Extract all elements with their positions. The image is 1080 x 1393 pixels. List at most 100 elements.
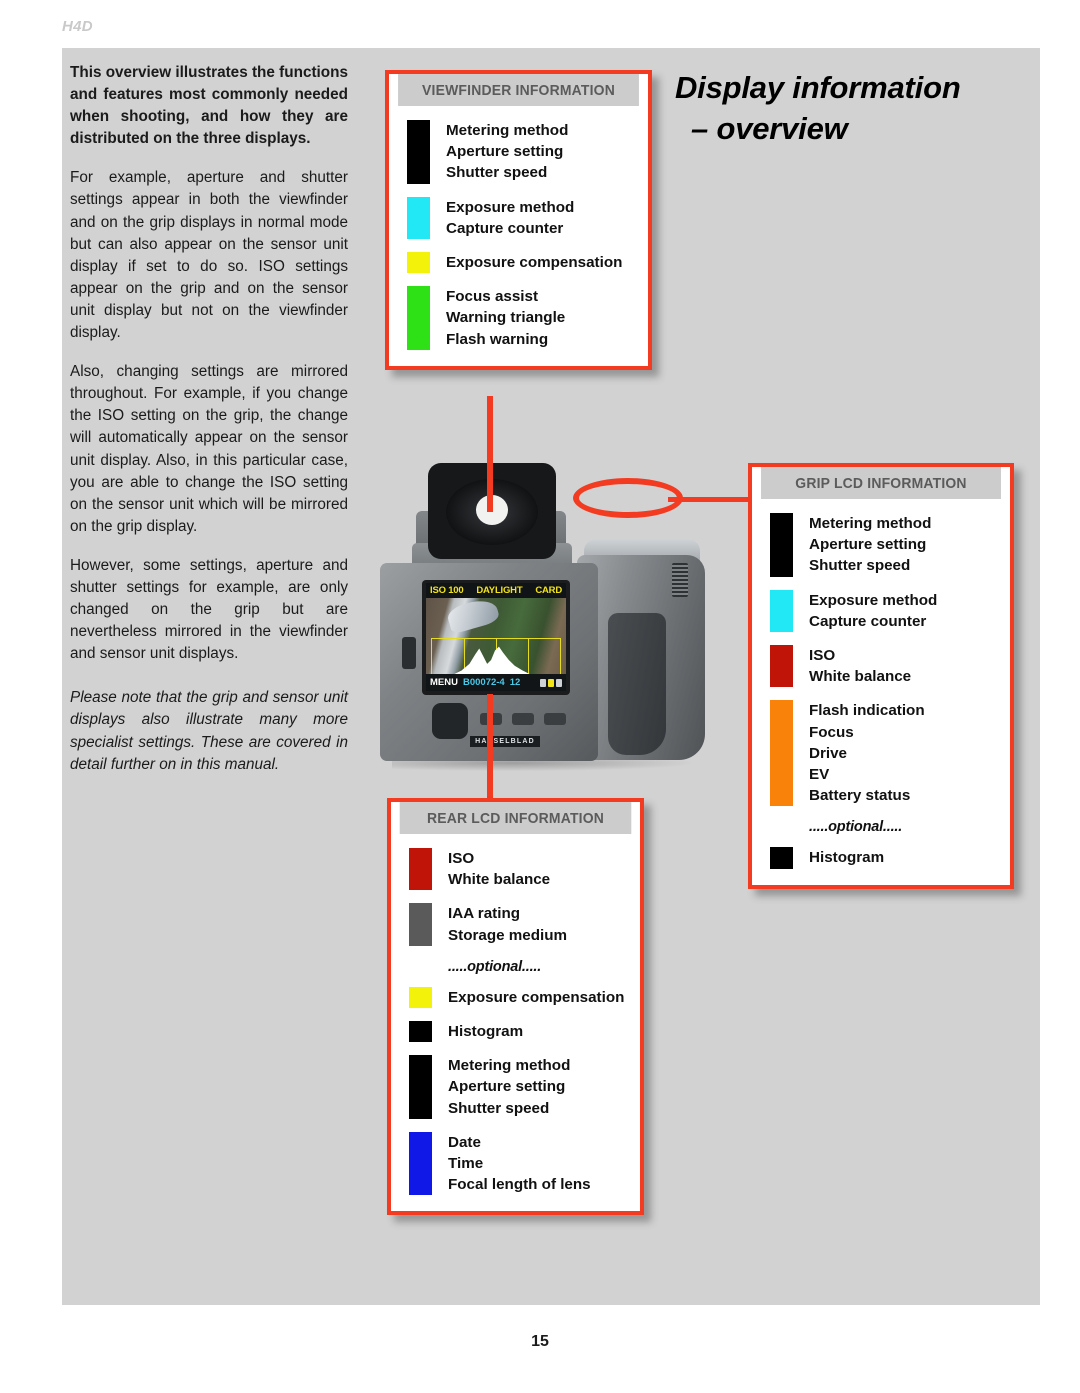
legend-row: Metering method Aperture setting Shutter… <box>409 1055 630 1119</box>
color-swatch <box>770 589 793 633</box>
legend-row: ISO White balance <box>409 848 630 891</box>
legend-label: Flash indication <box>809 702 925 720</box>
legend-label: Metering method <box>448 1057 571 1075</box>
color-swatch <box>407 120 430 184</box>
grip-box-body: Metering method Aperture setting Shutter… <box>752 499 1010 885</box>
callout-ellipse-grip-lcd <box>573 478 683 518</box>
legend-labels: Exposure compensation <box>448 987 624 1008</box>
viewfinder-box-body: Metering method Aperture setting Shutter… <box>389 106 648 366</box>
legend-label: ISO <box>809 647 836 665</box>
camera-brand-label: HASSELBLAD <box>470 736 540 747</box>
legend-row: IAA rating Storage medium <box>409 903 630 946</box>
lcd-indicator-dots <box>540 678 562 687</box>
page-title: Display information – overview <box>675 68 1015 150</box>
color-swatch <box>407 286 430 350</box>
legend-label: Exposure compensation <box>446 254 623 272</box>
legend-label: EV <box>809 766 830 784</box>
legend-label: Focus <box>809 723 854 741</box>
legend-label: Capture counter <box>446 219 564 237</box>
camera-grip-ribs <box>672 563 688 597</box>
legend-labels: Metering method Aperture setting Shutter… <box>446 120 568 184</box>
lcd-preview-boat <box>445 595 502 635</box>
page-title-line1: Display information <box>675 70 961 105</box>
legend-label: Exposure compensation <box>448 988 625 1006</box>
lcd-white-balance-value: DAYLIGHT <box>476 585 523 596</box>
camera-dpad-button[interactable] <box>432 703 468 739</box>
color-swatch <box>409 1021 432 1043</box>
legend-label: Exposure method <box>809 591 938 609</box>
color-swatch <box>409 848 432 891</box>
intro-paragraph-4: However, some settings, aperture and shu… <box>70 556 348 663</box>
lcd-menu-bar: MENU B00072-4 12 <box>426 674 566 691</box>
legend-labels: Histogram <box>809 847 884 868</box>
legend-labels: ISO White balance <box>809 645 911 687</box>
legend-row: Exposure method Capture counter <box>407 196 638 240</box>
page-title-line2: – overview <box>691 110 848 146</box>
running-head: H4D <box>62 18 93 35</box>
color-swatch <box>409 903 432 946</box>
legend-labels: Date Time Focal length of lens <box>448 1132 591 1196</box>
callout-line-rear-lcd <box>487 694 493 802</box>
camera-grip-hold <box>608 613 666 755</box>
legend-row: Histogram <box>770 847 1000 869</box>
legend-row: Histogram <box>409 1021 630 1043</box>
color-swatch <box>770 700 793 807</box>
legend-labels: Exposure compensation <box>446 252 622 273</box>
rear-box-header: REAR LCD INFORMATION <box>399 802 632 834</box>
legend-row: Flash indication Focus Drive EV Battery … <box>770 700 1000 807</box>
color-swatch <box>770 645 793 688</box>
legend-labels: Metering method Aperture setting Shutter… <box>809 513 931 577</box>
color-swatch <box>409 1131 432 1196</box>
legend-label: ISO <box>448 850 475 867</box>
grip-lcd-information-box: GRIP LCD INFORMATION Metering method Ape… <box>748 463 1014 889</box>
legend-label: White balance <box>809 668 912 686</box>
legend-label: Metering method <box>446 122 569 139</box>
legend-label: Aperture setting <box>448 1078 566 1096</box>
legend-label: IAA rating <box>448 905 520 923</box>
manual-page: H4D Display information – overview This … <box>0 0 1080 1393</box>
legend-labels: Flash indication Focus Drive EV Battery … <box>809 700 925 806</box>
lcd-capture-count: 12 <box>509 677 521 688</box>
camera-info-button[interactable] <box>512 713 534 725</box>
color-swatch <box>407 252 430 274</box>
legend-label: Flash warning <box>446 330 549 348</box>
legend-row: ISO White balance <box>770 645 1000 688</box>
legend-label: Drive <box>809 744 847 762</box>
legend-row: Exposure compensation <box>409 986 630 1009</box>
lcd-file-name: B00072-4 <box>462 677 505 688</box>
rear-lcd-information-box: REAR LCD INFORMATION ISO White balance I… <box>387 798 644 1216</box>
grip-optional-divider: .....optional..... <box>809 819 903 836</box>
legend-label: Capture counter <box>809 612 927 630</box>
legend-row: Date Time Focal length of lens <box>409 1131 630 1196</box>
camera-zoom-rocker <box>402 637 416 669</box>
legend-label: Time <box>448 1155 484 1173</box>
legend-label: Shutter speed <box>448 1099 550 1117</box>
color-swatch <box>770 847 793 869</box>
page-number: 15 <box>531 1333 549 1350</box>
legend-labels: Metering method Aperture setting Shutter… <box>448 1055 570 1119</box>
rear-box-body: ISO White balance IAA rating Storage med… <box>391 834 640 1211</box>
color-swatch <box>409 1055 432 1119</box>
legend-label: White balance <box>448 871 551 889</box>
legend-row: Exposure compensation <box>407 252 638 274</box>
camera-rear-lcd-screen: ISO 100 DAYLIGHT CARD MENU B00072-4 12 <box>426 583 566 691</box>
camera-illustration: ISO 100 DAYLIGHT CARD MENU B00072-4 12 H… <box>372 455 754 795</box>
legend-labels: Histogram <box>448 1021 523 1042</box>
viewfinder-information-box: VIEWFINDER INFORMATION Metering method A… <box>385 70 652 370</box>
color-swatch <box>407 196 430 240</box>
legend-label: Shutter speed <box>809 557 911 575</box>
intro-paragraph-2: For example, aperture and shutter settin… <box>70 169 348 342</box>
legend-label: Focal length of lens <box>448 1176 591 1194</box>
legend-row: Metering method Aperture setting Shutter… <box>770 513 1000 577</box>
legend-label: Focus assist <box>446 288 539 306</box>
lcd-menu-label[interactable]: MENU <box>430 677 458 688</box>
legend-labels: Exposure method Capture counter <box>809 590 937 632</box>
intro-text-column: This overview illustrates the functions … <box>70 62 348 793</box>
legend-label: Metering method <box>809 515 932 532</box>
intro-paragraph-1: This overview illustrates the functions … <box>70 64 348 148</box>
lcd-status-bar: ISO 100 DAYLIGHT CARD <box>426 583 566 598</box>
legend-label: Histogram <box>809 849 885 867</box>
legend-row: Metering method Aperture setting Shutter… <box>407 120 638 184</box>
viewfinder-box-header: VIEWFINDER INFORMATION <box>398 74 639 106</box>
rear-optional-divider: .....optional..... <box>448 958 542 975</box>
